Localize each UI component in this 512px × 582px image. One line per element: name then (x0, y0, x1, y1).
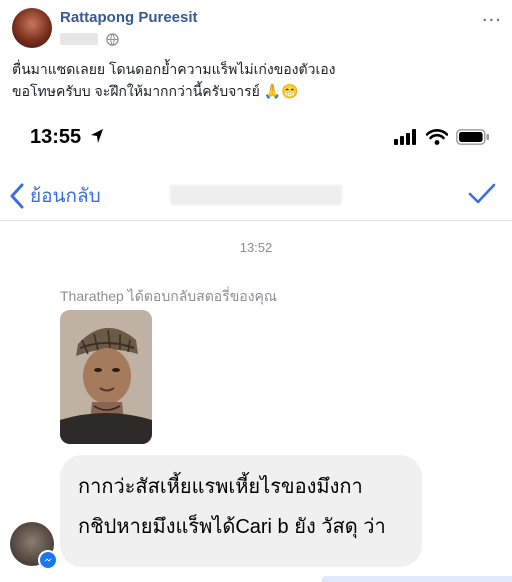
story-thumbnail[interactable] (60, 310, 152, 444)
post-meta (60, 32, 119, 46)
messenger-icon (38, 550, 58, 570)
outgoing-bubble-edge (322, 576, 512, 582)
location-arrow-icon (91, 129, 103, 143)
story-reply-note: Tharathep ได้ตอบกลับสตอรี่ของคุณ (60, 288, 277, 304)
status-time: 13:55 (30, 126, 82, 148)
globe-icon (106, 32, 119, 46)
message-line-1: กากว่ะสัสเหี้ยแรพเหี้ยไรของมึงกา (78, 476, 363, 498)
chevron-left-icon (10, 183, 24, 209)
message-line-2: กชิปหายมึงแร็พได้Cari b ยัง วัสดุ ว่า (78, 516, 386, 538)
messenger-screenshot: 13:55 ย้อนกลับ 13:52 Tharathep ได้ตอบกลั… (0, 112, 512, 582)
back-label: ย้อนกลับ (30, 186, 101, 207)
caption-line-1: ตื่นมาแซดเลยย โดนดอกย้ำความแร็พไม่เก่งขอ… (12, 61, 336, 77)
chat-nav-bar: ย้อนกลับ (0, 170, 512, 221)
story-person-image (60, 310, 152, 444)
author-avatar[interactable] (12, 8, 52, 48)
message-text: กากว่ะสัสเหี้ยแรพเหี้ยไรของมึงกา กชิปหาย… (78, 467, 408, 547)
author-name[interactable]: Rattapong Pureesit (60, 9, 198, 26)
checkmark-icon[interactable] (468, 183, 496, 205)
post-header: Rattapong Pureesit ··· (0, 0, 512, 56)
battery-icon (456, 129, 489, 145)
post-caption: ตื่นมาแซดเลยย โดนดอกย้ำความแร็พไม่เก่งขอ… (12, 58, 502, 102)
incoming-message-bubble[interactable]: กากว่ะสัสเหี้ยแรพเหี้ยไรของมึงกา กชิปหาย… (60, 455, 422, 567)
message-timestamp: 13:52 (239, 240, 273, 255)
signal-icon (394, 129, 416, 145)
wifi-icon (426, 129, 448, 145)
more-icon[interactable]: ··· (482, 10, 502, 31)
contact-name-blurred (170, 185, 342, 205)
caption-line-2: ขอโทษครับบ จะฝึกให้มากกว่านี้ครับจารย์ 🙏… (12, 83, 299, 99)
post-date-blurred[interactable] (60, 33, 98, 45)
back-button[interactable]: ย้อนกลับ (10, 181, 101, 211)
status-icons (394, 129, 490, 145)
